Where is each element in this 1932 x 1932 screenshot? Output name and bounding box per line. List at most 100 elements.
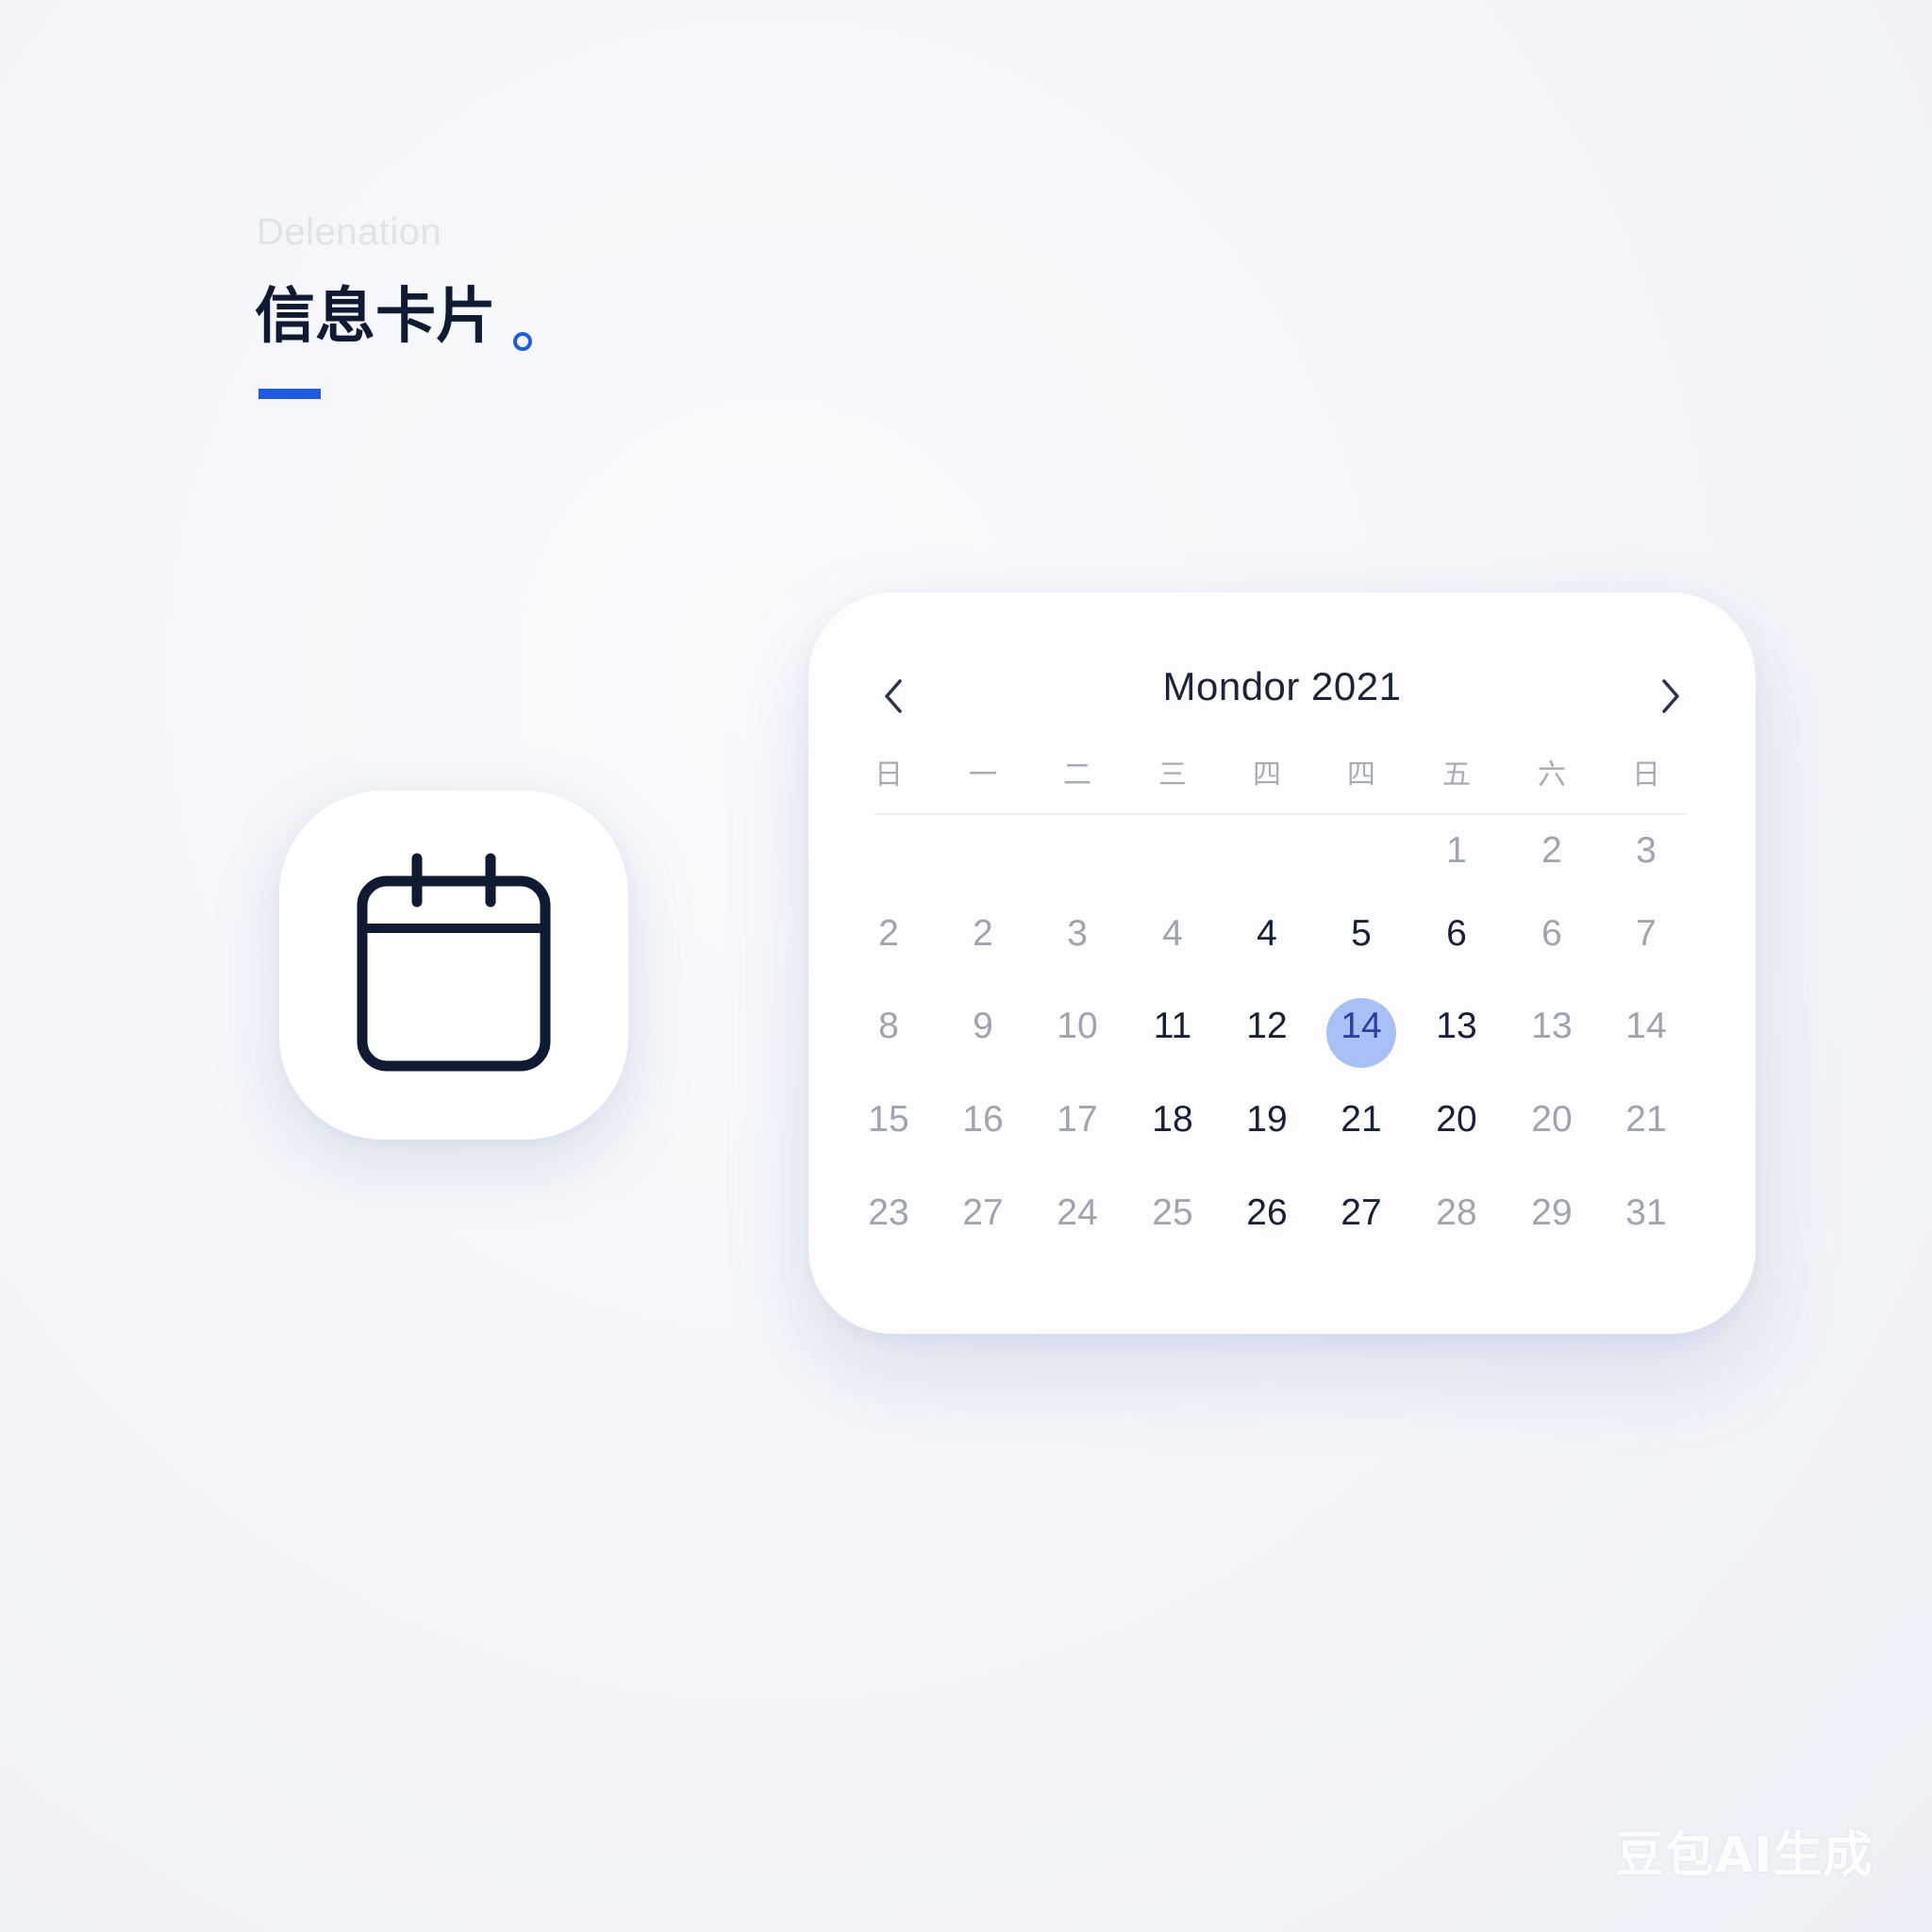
weekday-label: 一	[969, 758, 997, 791]
day-cell[interactable]: 3	[1599, 823, 1693, 879]
day-number: 16	[962, 1099, 1004, 1140]
day-number: 3	[1636, 830, 1657, 871]
day-cell[interactable]: 27	[936, 1185, 1030, 1241]
day-cell[interactable]: 16	[936, 1091, 1030, 1148]
weekday-label: 五	[1442, 758, 1471, 791]
day-cell[interactable]: 20	[1505, 1091, 1599, 1148]
weekday-label: 四	[1347, 758, 1375, 791]
day-number: 4	[1162, 913, 1183, 954]
calendar-card: Mondor 2021 日一二三四四五六日 1 2 3 2 2 3 4 4 5 6 6 7 8 9 10 11…	[808, 592, 1756, 1334]
weekday-divider	[874, 813, 1686, 815]
day-number: 21	[1341, 1099, 1382, 1140]
day-cell[interactable]: 31	[1599, 1185, 1693, 1241]
day-cell[interactable]: 14	[1599, 998, 1693, 1055]
weekday-header: 日一二三四四五六日	[808, 751, 1756, 798]
day-cell[interactable]: 29	[1505, 1185, 1599, 1241]
day-cell[interactable]: 20	[1409, 1091, 1504, 1148]
day-cell[interactable]: 4	[1125, 906, 1220, 962]
day-cell[interactable]: 24	[1030, 1185, 1124, 1241]
day-cell[interactable]: 18	[1125, 1091, 1220, 1148]
day-cell[interactable]: 6	[1409, 906, 1504, 962]
day-cell[interactable]: 3	[1030, 906, 1124, 962]
day-number: 6	[1446, 913, 1467, 954]
day-number: 12	[1246, 1006, 1288, 1046]
day-number: 14	[1625, 1006, 1667, 1046]
day-number: 28	[1436, 1192, 1477, 1233]
day-cell[interactable]: 2	[1505, 823, 1599, 879]
day-cell[interactable]: 13	[1505, 998, 1599, 1055]
weekday-label: 三	[1158, 758, 1187, 791]
day-number: 2	[878, 913, 899, 954]
day-cell[interactable]: 13	[1409, 998, 1504, 1055]
page-title: 信息卡片	[255, 279, 532, 355]
day-number: 20	[1531, 1099, 1573, 1140]
day-number: 11	[1153, 1006, 1192, 1046]
day-cell[interactable]: 2	[936, 906, 1030, 962]
day-cell[interactable]: 23	[841, 1185, 936, 1241]
watermark: 豆包AI生成	[1615, 1827, 1874, 1884]
day-cell[interactable]: 10	[1030, 998, 1124, 1055]
eyebrow-label: Delenation	[257, 211, 442, 253]
day-cell[interactable]: 11	[1125, 998, 1220, 1055]
title-dot	[513, 332, 532, 351]
day-number: 29	[1531, 1192, 1573, 1233]
day-number: 24	[1057, 1192, 1098, 1233]
day-number: 7	[1636, 913, 1657, 954]
day-number: 1	[1446, 830, 1467, 871]
weekday-label: 六	[1538, 758, 1566, 791]
day-cell[interactable]: 19	[1220, 1091, 1314, 1148]
day-number: 21	[1625, 1099, 1667, 1140]
day-number: 15	[868, 1099, 909, 1140]
weekday-label: 二	[1063, 758, 1091, 791]
day-cell[interactable]: 1	[1409, 823, 1504, 879]
day-number: 8	[878, 1006, 899, 1046]
day-number: 2	[1541, 830, 1562, 871]
day-number: 5	[1351, 913, 1372, 954]
title-accent-bar	[258, 389, 321, 399]
day-number: 9	[973, 1006, 993, 1046]
day-number: 26	[1246, 1192, 1288, 1233]
weekday-label: 日	[874, 758, 903, 791]
day-number: 10	[1057, 1006, 1098, 1046]
day-number: 19	[1246, 1099, 1288, 1140]
day-number: 25	[1152, 1192, 1193, 1233]
day-cell[interactable]: 21	[1314, 1091, 1408, 1148]
day-number: 20	[1436, 1099, 1477, 1140]
day-number: 6	[1541, 913, 1562, 954]
weekday-label: 四	[1253, 758, 1281, 791]
calendar-icon	[357, 853, 551, 1072]
day-cell[interactable]: 5	[1314, 906, 1408, 962]
day-cell[interactable]: 21	[1599, 1091, 1693, 1148]
day-number: 2	[973, 913, 993, 954]
day-number: 3	[1067, 913, 1088, 954]
day-cell[interactable]: 4	[1220, 906, 1314, 962]
day-cell[interactable]: 28	[1409, 1185, 1504, 1241]
day-cell-selected[interactable]: 14	[1314, 998, 1408, 1068]
day-number: 13	[1436, 1006, 1477, 1046]
page-title-text: 信息卡片	[255, 282, 496, 352]
day-cell[interactable]: 9	[936, 998, 1030, 1055]
day-number: 27	[962, 1192, 1004, 1233]
day-number: 27	[1341, 1192, 1382, 1233]
weekday-label: 日	[1632, 758, 1660, 791]
day-number: 17	[1057, 1099, 1098, 1140]
day-number: 14	[1341, 1006, 1382, 1046]
day-cell[interactable]: 26	[1220, 1185, 1314, 1241]
day-cell[interactable]: 15	[841, 1091, 936, 1148]
day-cell[interactable]: 12	[1220, 998, 1314, 1055]
next-month-button[interactable]	[1641, 668, 1698, 724]
calendar-app-tile[interactable]	[279, 791, 628, 1140]
day-cell[interactable]: 6	[1505, 906, 1599, 962]
day-cell[interactable]: 7	[1599, 906, 1693, 962]
day-cell[interactable]: 27	[1314, 1185, 1408, 1241]
day-number: 18	[1152, 1099, 1193, 1140]
day-cell[interactable]: 17	[1030, 1091, 1124, 1148]
day-cell[interactable]: 8	[841, 998, 936, 1055]
month-title: Mondor 2021	[1162, 664, 1402, 708]
day-number: 13	[1531, 1006, 1573, 1046]
day-cell[interactable]: 25	[1125, 1185, 1220, 1241]
day-number: 31	[1625, 1192, 1667, 1233]
day-number: 4	[1257, 913, 1277, 954]
day-cell[interactable]: 2	[841, 906, 936, 962]
chevron-right-icon	[1662, 679, 1679, 713]
